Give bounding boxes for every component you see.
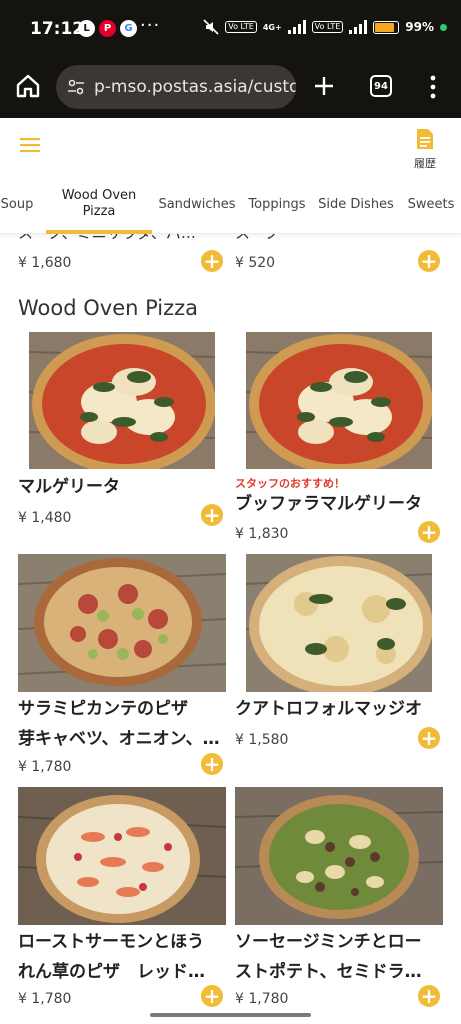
status-bar: 17:12 L P G ··· Vo LTE 4G+ Vo LTE 99% xyxy=(0,0,461,58)
gesture-bar[interactable] xyxy=(150,1013,311,1017)
menu-content: スープ、ミニサラダ、パ… ¥ 1,680 + スープ ¥ 520 + Wood … xyxy=(0,234,461,1024)
add-button[interactable]: + xyxy=(201,753,223,775)
item-name[interactable]: マルゲリータ xyxy=(18,472,218,502)
tab-toppings[interactable]: Toppings xyxy=(246,174,308,234)
pizza-photo[interactable] xyxy=(29,332,215,469)
tab-soup[interactable]: Soup xyxy=(0,174,34,234)
prev-item-name: スープ、ミニサラダ、パ… xyxy=(18,234,196,243)
history-label: 履歴 xyxy=(414,157,436,170)
browser-menu-icon[interactable] xyxy=(426,74,440,100)
pizza-photo[interactable] xyxy=(246,332,432,469)
mute-icon xyxy=(203,19,219,35)
document-icon xyxy=(417,129,433,149)
status-time: 17:12 xyxy=(30,19,85,39)
add-button[interactable]: + xyxy=(201,250,223,272)
pizza-photo[interactable] xyxy=(18,554,226,692)
site-settings-icon[interactable] xyxy=(66,77,86,97)
paypay-icon: P xyxy=(99,20,116,37)
volte-icon-2: Vo LTE xyxy=(311,21,344,33)
item-name[interactable]: ブッファラマルゲリータ xyxy=(235,489,445,519)
item-price: ¥ 1,830 xyxy=(235,526,289,542)
new-tab-icon[interactable] xyxy=(312,74,336,98)
item-price: ¥ 1,480 xyxy=(18,510,72,526)
prev-item-price: ¥ 520 xyxy=(235,255,276,271)
item-name-line1[interactable]: サラミピカンテのピザ xyxy=(18,694,230,724)
hamburger-menu-icon[interactable] xyxy=(20,138,40,152)
more-notifications-icon: ··· xyxy=(140,15,161,36)
item-price: ¥ 1,780 xyxy=(18,759,72,775)
add-button[interactable]: + xyxy=(201,504,223,526)
signal-icon xyxy=(287,20,306,34)
item-name-line1[interactable]: ソーセージミンチとロー xyxy=(235,927,445,957)
browser-toolbar: p-mso.postas.asia/custo 94 xyxy=(0,58,461,118)
add-button[interactable]: + xyxy=(418,727,440,749)
volte-icon: Vo LTE xyxy=(225,21,257,33)
add-button[interactable]: + xyxy=(418,521,440,543)
add-button[interactable]: + xyxy=(418,985,440,1007)
item-price: ¥ 1,780 xyxy=(235,991,289,1007)
prev-item-price: ¥ 1,680 xyxy=(18,255,72,271)
battery-level: 99% xyxy=(405,20,434,34)
tab-wood-oven-pizza[interactable]: Wood Oven Pizza xyxy=(46,174,152,234)
pizza-photo[interactable] xyxy=(18,787,226,925)
item-name-line1[interactable]: ローストサーモンとほう xyxy=(18,927,230,957)
battery-icon xyxy=(373,20,400,34)
pizza-photo[interactable] xyxy=(235,787,443,925)
url-text: p-mso.postas.asia/custo xyxy=(94,77,296,97)
item-name-line2[interactable]: れん草のピザ レッド… xyxy=(18,957,230,987)
pizza-photo[interactable] xyxy=(246,554,432,692)
history-button[interactable]: 履歴 xyxy=(408,128,442,171)
add-button[interactable]: + xyxy=(418,250,440,272)
app-header: 履歴 xyxy=(0,118,461,174)
item-name-line2[interactable]: 芽キャベツ、オニオン、… xyxy=(18,724,230,754)
tab-side-dishes[interactable]: Side Dishes xyxy=(318,174,394,234)
item-price: ¥ 1,780 xyxy=(18,991,72,1007)
category-tabs: Soup Wood Oven Pizza Sandwiches Toppings… xyxy=(0,174,461,234)
tab-sandwiches[interactable]: Sandwiches xyxy=(158,174,236,234)
privacy-dot xyxy=(440,23,447,31)
address-bar[interactable]: p-mso.postas.asia/custo xyxy=(56,65,296,109)
tab-sweets[interactable]: Sweets xyxy=(404,174,458,234)
item-name[interactable]: クアトロフォルマッジオ xyxy=(235,694,445,724)
prev-item-name: スープ xyxy=(235,234,279,243)
network-type: 4G+ xyxy=(262,22,282,32)
item-name-line2[interactable]: ストポテト、セミドラ… xyxy=(235,957,445,987)
google-icon: G xyxy=(120,20,137,37)
signal-icon-2 xyxy=(349,20,368,34)
section-title: Wood Oven Pizza xyxy=(18,296,199,320)
tab-switcher-button[interactable]: 94 xyxy=(370,75,392,97)
status-indicators: Vo LTE 4G+ Vo LTE 99% xyxy=(203,19,447,35)
item-price: ¥ 1,580 xyxy=(235,732,289,748)
home-icon[interactable] xyxy=(14,72,42,100)
line-icon: L xyxy=(78,20,95,37)
add-button[interactable]: + xyxy=(201,985,223,1007)
